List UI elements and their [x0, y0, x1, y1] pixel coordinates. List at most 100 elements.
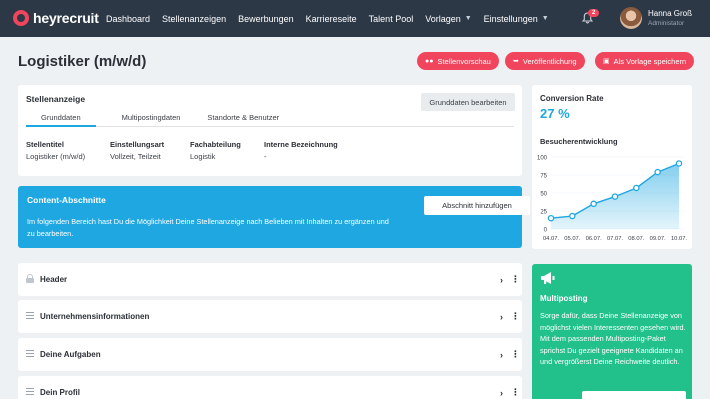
besucherentwicklung-chart: 0 25 50 75 100 04.07. 05.07. 06.07. 07.07. 08.07.…: [537, 156, 688, 243]
nav-label: Einstellungen: [483, 13, 538, 24]
stellenanzeige-card: Stellenanzeige Grunddaten bearbeiten Gru…: [18, 85, 522, 176]
top-navigation: heyrecruit Dashboard Stellenanzeigen Bew…: [0, 0, 710, 37]
chevron-down-icon: ▼: [464, 15, 472, 22]
nav-label: Dashboard: [106, 13, 151, 24]
field-einstellungsart: Einstellungsart Vollzeit, Teilzeit: [110, 140, 164, 161]
tab-multipostingdaten[interactable]: Multipostingdaten: [96, 113, 196, 127]
chevron-right-icon[interactable]: ›: [500, 312, 503, 322]
als-vorlage-speichern-button[interactable]: ▣ Als Vorlage speichern: [595, 52, 695, 70]
field-label: Interne Bezeichnung: [264, 140, 338, 149]
content-title: Content-Abschnitte: [27, 195, 106, 205]
data-point: [569, 212, 576, 220]
data-point: [675, 160, 683, 167]
card-title: Stellenanzeige: [26, 94, 86, 104]
button-label: Als Vorlage speichern: [613, 56, 687, 66]
data-point: [611, 193, 619, 200]
x-tick-label: 04.07.: [543, 236, 560, 242]
multiposting-card: Multiposting Sorge dafür, dass Deine Ste…: [532, 264, 692, 399]
more-vertical-icon[interactable]: ⋮: [511, 274, 520, 285]
drag-handle-icon[interactable]: [26, 312, 34, 321]
y-tick-label: 75: [540, 174, 547, 180]
share-icon: ➥: [513, 58, 519, 65]
section-row[interactable]: Unternehmensinformationen › ⋮: [18, 300, 522, 333]
chevron-right-icon[interactable]: ›: [500, 275, 503, 285]
avatar: [620, 7, 642, 29]
x-tick-label: 09.07.: [650, 236, 667, 242]
section-row[interactable]: Header › ⋮: [18, 263, 522, 296]
drag-handle-icon[interactable]: [26, 388, 34, 397]
nav-vorlagen[interactable]: Vorlagen ▼: [425, 14, 471, 24]
user-name: Hanna Groß: [648, 9, 693, 18]
logo-text: heyrecruit: [33, 10, 99, 26]
y-tick-label: 100: [537, 156, 548, 162]
megaphone-icon: [540, 271, 556, 288]
tab-standorte-benutzer[interactable]: Standorte & Benutzer: [195, 113, 294, 127]
field-stellentitel: Stellentitel Logistiker (m/w/d): [26, 140, 85, 161]
grunddaten-bearbeiten-button[interactable]: Grunddaten bearbeiten: [421, 93, 515, 111]
y-tick-label: 0: [544, 228, 548, 234]
nav-karriereseite[interactable]: Karriereseite: [306, 14, 357, 24]
veroeffentlichung-button[interactable]: ➥ Veröffentlichung: [505, 52, 585, 70]
chevron-down-icon: ▼: [541, 15, 549, 22]
field-value: Vollzeit, Teilzeit: [110, 152, 161, 161]
multiposting-title: Multiposting: [540, 294, 588, 303]
field-value: Logistiker (m/w/d): [26, 152, 86, 161]
nav-talent-pool[interactable]: Talent Pool: [369, 14, 414, 24]
data-point: [547, 214, 555, 222]
drag-handle-icon[interactable]: [26, 350, 34, 359]
multiposting-button[interactable]: [582, 391, 686, 399]
conversion-value: 27 %: [540, 106, 570, 121]
nav-einstellungen[interactable]: Einstellungen ▼: [484, 14, 549, 24]
data-point: [654, 168, 661, 176]
heyrecruit-logo[interactable]: heyrecruit: [13, 10, 99, 26]
notification-count-badge: 2: [588, 9, 600, 17]
section-title: Unternehmensinformationen: [40, 312, 150, 321]
data-point: [590, 200, 597, 208]
data-point: [633, 184, 640, 192]
stellenanzeige-tabs: Grunddaten Multipostingdaten Standorte &…: [26, 113, 514, 127]
more-vertical-icon[interactable]: ⋮: [511, 349, 520, 360]
button-label: Veröffentlichung: [522, 56, 577, 66]
field-label: Stellentitel: [26, 140, 64, 149]
nav-dashboard[interactable]: Dashboard: [106, 14, 150, 24]
section-title: Header: [40, 275, 68, 284]
button-label: Stellenvorschau: [437, 56, 491, 66]
x-tick-label: 07.07.: [607, 236, 624, 242]
tab-grunddaten[interactable]: Grunddaten: [26, 113, 96, 127]
nav-label: Karriereseite: [305, 13, 357, 24]
section-row[interactable]: Deine Aufgaben › ⋮: [18, 338, 522, 371]
multiposting-description: Sorge dafür, dass Deine Stellenanzeige v…: [540, 311, 686, 366]
field-label: Einstellungsart: [110, 140, 165, 149]
chevron-right-icon[interactable]: ›: [500, 388, 503, 398]
y-tick-label: 25: [540, 210, 547, 216]
field-label: Fachabteilung: [190, 140, 241, 149]
nav-bewerbungen[interactable]: Bewerbungen: [238, 14, 294, 24]
chevron-right-icon[interactable]: ›: [500, 350, 503, 360]
field-fachabteilung: Fachabteilung Logistik: [190, 140, 241, 161]
x-tick-label: 06.07.: [586, 236, 603, 242]
field-value: -: [264, 152, 267, 161]
content-abschnitte-box: Content-Abschnitte Im folgenden Bereich …: [18, 186, 530, 248]
x-tick-label: 08.07.: [628, 236, 645, 242]
nav-stellenanzeigen[interactable]: Stellenanzeigen: [162, 14, 226, 24]
x-tick-label: 10.07.: [671, 236, 688, 242]
section-title: Deine Aufgaben: [40, 350, 101, 359]
section-title: Dein Profil: [40, 388, 81, 397]
x-tick-label: 05.07.: [564, 236, 581, 242]
lock-icon: [26, 274, 34, 283]
logo-mark-icon: [13, 10, 29, 26]
more-vertical-icon[interactable]: ⋮: [511, 311, 520, 322]
section-row[interactable]: Dein Profil › ⋮: [18, 376, 522, 399]
content-description: Im folgenden Bereich hast Du die Möglich…: [27, 217, 389, 238]
nav-label: Stellenanzeigen: [162, 13, 227, 24]
field-value: Logistik: [190, 152, 216, 161]
conversion-card: Conversion Rate 27 % Besucherentwicklung…: [532, 85, 692, 249]
user-menu[interactable]: Hanna Groß Administator: [620, 7, 692, 29]
nav-label: Vorlagen: [425, 13, 461, 24]
abschnitt-hinzufuegen-button[interactable]: Abschnitt hinzufügen: [424, 196, 530, 215]
nav-label: Bewerbungen: [238, 13, 294, 24]
field-interne-bezeichnung: Interne Bezeichnung -: [264, 140, 338, 161]
stellenvorschau-button[interactable]: ●● Stellenvorschau: [417, 52, 499, 70]
more-vertical-icon[interactable]: ⋮: [511, 387, 520, 398]
user-role: Administator: [648, 20, 685, 27]
